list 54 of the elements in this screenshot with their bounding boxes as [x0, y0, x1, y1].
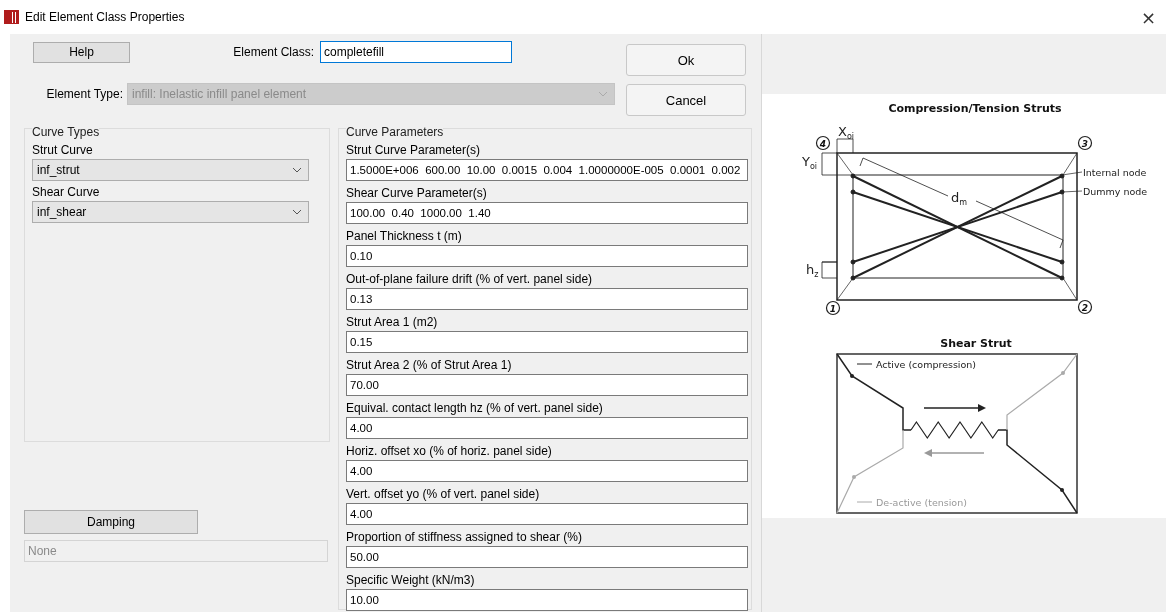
close-button[interactable]: × — [1136, 6, 1160, 28]
leader-label: Internal node — [1083, 167, 1147, 178]
parameter-field[interactable]: 0.10 — [346, 245, 748, 267]
field-label: Strut Area 2 (% of Strut Area 1) — [346, 357, 513, 374]
parameter-field[interactable]: 4.00 — [346, 503, 748, 525]
help-button[interactable]: Help — [33, 41, 130, 63]
group-title: Curve Parameters — [346, 125, 444, 139]
node-number-marker: 3 — [1077, 135, 1093, 151]
diagram-title: Compression/Tension Struts — [888, 102, 1062, 115]
field-label: Shear Curve Parameter(s) — [346, 185, 488, 202]
dialog-button[interactable]: Cancel — [626, 84, 746, 116]
node-number-marker: 2 — [1077, 299, 1093, 315]
field-label: Strut Area 1 (m2) — [346, 314, 439, 331]
element-class-field[interactable]: completefill — [320, 41, 512, 63]
dimension-label: Y$_{oi}$ — [802, 154, 818, 171]
field-label: Specific Weight (kN/m3) — [346, 572, 476, 589]
chevron-down-icon — [292, 209, 302, 215]
dimension-label: h$_{z}$ — [806, 262, 819, 279]
field-label: Element Type: — [45, 87, 123, 101]
parameter-field[interactable]: 50.00 — [346, 546, 748, 568]
curve-dropdown[interactable]: inf_shear — [32, 201, 309, 223]
parameter-field[interactable]: 4.00 — [346, 460, 748, 482]
legend-label: De-active (tension) — [876, 497, 967, 508]
field-label: Shear Curve — [32, 184, 101, 201]
dimension-label: X$_{oi}$ — [838, 124, 855, 141]
parameter-field[interactable]: 1.5000E+006 600.00 10.00 0.0015 0.004 1.0000000E-005 0.0001 0.002 — [346, 159, 748, 181]
parameter-field[interactable]: 70.00 — [346, 374, 748, 396]
chevron-down-icon — [598, 91, 608, 97]
diagram-title: Shear Strut — [940, 337, 1012, 350]
field-label: Element Class: — [233, 45, 314, 59]
curve-dropdown[interactable]: inf_strut — [32, 159, 309, 181]
field-label: Horiz. offset xo (% of horiz. panel side) — [346, 443, 553, 460]
leader-label: Dummy node — [1083, 186, 1148, 197]
field-label: Vert. offset yo (% of vert. panel side) — [346, 486, 541, 503]
node-number-marker: 4 — [815, 135, 831, 151]
parameter-field[interactable]: 10.00 — [346, 589, 748, 611]
node-number-marker: 1 — [825, 300, 841, 316]
legend-label: Active (compression) — [876, 359, 977, 370]
chevron-down-icon — [292, 167, 302, 173]
parameter-field[interactable]: 4.00 — [346, 417, 748, 439]
dialog-button[interactable]: Ok — [626, 44, 746, 76]
window-title: Edit Element Class Properties — [25, 10, 185, 24]
field-label: Equival. contact length hz (% of vert. panel side) — [346, 400, 604, 417]
book-icon — [4, 10, 19, 24]
field-label: Strut Curve — [32, 142, 94, 159]
field-label: Proportion of stiffness assigned to shear (%) — [346, 529, 583, 546]
parameter-field[interactable]: 100.00 0.40 1000.00 1.40 — [346, 202, 748, 224]
parameter-field[interactable]: 0.15 — [346, 331, 748, 353]
group-title: Curve Types — [32, 125, 100, 139]
field-label: Strut Curve Parameter(s) — [346, 142, 482, 159]
dimension-label: d$_{m}$ — [951, 190, 968, 207]
field-label: Out-of-plane failure drift (% of vert. panel side) — [346, 271, 594, 288]
parameter-field[interactable]: 0.13 — [346, 288, 748, 310]
field-label: Panel Thickness t (m) — [346, 228, 463, 245]
